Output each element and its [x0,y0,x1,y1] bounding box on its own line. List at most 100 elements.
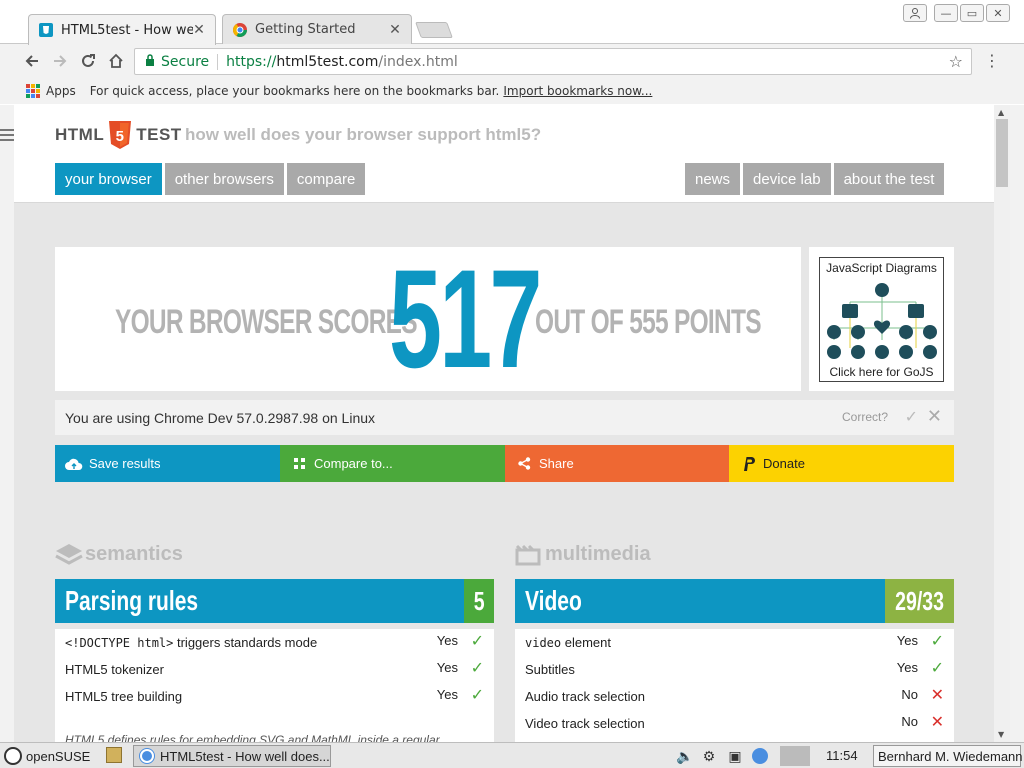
site-logo[interactable]: HTML 5 TEST [55,121,182,149]
file-manager-icon[interactable] [106,747,122,763]
feature-result: Yes [896,660,918,675]
secure-label: Secure [161,53,210,70]
category-parsing-rules[interactable]: Parsing rules 5 [55,579,494,623]
ad-title: JavaScript Diagrams [826,261,937,275]
nav-compare[interactable]: compare [286,163,366,195]
url-scheme: https:// [226,53,277,70]
nav-about-the-test[interactable]: about the test [833,163,945,195]
updates-icon[interactable]: ⚙ [700,747,718,765]
back-icon[interactable] [22,51,42,71]
bookmark-star-icon[interactable]: ☆ [949,52,963,71]
reload-icon[interactable] [78,51,98,71]
nav-news[interactable]: news [685,163,741,195]
feature-list-video: video element Yes ✓ Subtitles Yes ✓ Audi… [515,629,954,742]
check-icon: ✓ [930,633,944,650]
window-close-button[interactable]: ✕ [986,4,1010,22]
import-bookmarks-link[interactable]: Import bookmarks now... [503,84,652,98]
tab-getting-started[interactable]: Getting Started ✕ [222,14,412,44]
page-scrollbar[interactable]: ▲ ▼ [994,105,1010,742]
feature-row: <!DOCTYPE html> triggers standards mode … [55,629,494,656]
start-menu-button[interactable]: openSUSE [4,746,90,766]
share-button[interactable]: Share [505,445,729,482]
scroll-down-icon[interactable]: ▼ [998,730,1004,739]
hamburger-icon[interactable] [0,129,14,144]
donate-button[interactable]: Donate [729,445,954,482]
chrome-icon [140,749,154,763]
film-clapper-icon [515,544,541,566]
scrollbar-thumb[interactable] [996,119,1008,187]
confirm-check-icon[interactable]: ✓ [905,407,918,427]
new-tab-button[interactable] [415,22,453,38]
close-icon[interactable]: ✕ [193,22,205,38]
menu-icon[interactable]: ⋮ [984,51,1000,71]
score-value: 517 [389,240,542,397]
nav-other-browsers[interactable]: other browsers [164,163,284,195]
feature-name: HTML5 tree building [65,689,183,704]
ad-frame[interactable]: JavaScript Diagrams Click here for GoJS [819,257,944,382]
volume-icon[interactable]: 🔈 [676,747,694,765]
diagram-illustration-icon [827,283,937,359]
desktop-pager[interactable] [780,746,810,766]
lock-icon [145,53,155,70]
tab-html5test[interactable]: HTML5test - How well d ✕ [28,14,216,45]
scroll-up-icon[interactable]: ▲ [998,108,1004,117]
nav-your-browser[interactable]: your browser [55,163,162,195]
category-name: Video [515,579,885,623]
start-label: openSUSE [26,748,91,764]
desktop-taskbar: openSUSE HTML5test - How well does... 🔈 … [0,742,1024,768]
check-icon: ✓ [930,660,944,677]
apps-icon[interactable] [26,84,40,98]
feature-name: <!DOCTYPE html> triggers standards mode [65,635,318,650]
gojs-ad[interactable]: JavaScript Diagrams Click here for GoJS [809,247,954,391]
score-suffix: OUT OF 555 POINTS [535,303,762,341]
compare-to-button[interactable]: Compare to... [280,445,505,482]
action-label: Compare to... [314,456,393,471]
category-name: Parsing rules [55,579,464,623]
svg-text:5: 5 [116,128,125,145]
home-icon[interactable] [106,51,126,71]
forward-icon[interactable] [50,51,70,71]
address-bar[interactable]: Secure https://html5test.com/index.html … [134,48,972,75]
tab-strip: HTML5test - How well d ✕ Getting Started… [0,0,1024,45]
tab-title: Getting Started [255,22,356,37]
cloud-upload-icon [65,458,83,470]
minimize-button[interactable]: — [934,4,958,22]
feature-row: video element Yes ✓ [515,629,954,656]
network-icon[interactable]: ▣ [726,747,744,765]
close-icon[interactable]: ✕ [389,22,401,38]
feature-row: Audio track selection No ✕ [515,683,954,710]
section-title: semantics [85,542,183,565]
action-label: Donate [763,456,805,471]
feature-name: video element [525,635,611,650]
taskbar-window-title: HTML5test - How well does... [160,748,330,764]
user-name-button[interactable]: Bernhard M. Wiedemann [873,745,1023,767]
page-viewport: HTML 5 TEST how well does your browser s… [14,105,994,742]
feature-description: HTML5 defines rules for embedding SVG an… [65,733,440,742]
apps-link[interactable]: Apps [46,84,76,98]
score-prefix: YOUR BROWSER SCORES [115,303,418,341]
feature-name: Audio track selection [525,689,645,704]
feature-result: No [901,714,918,729]
taskbar-window-button[interactable]: HTML5test - How well does... [133,745,331,767]
feature-name: HTML5 tokenizer [65,662,164,677]
feature-list-parsing-rules: <!DOCTYPE html> triggers standards mode … [55,629,494,742]
layers-icon [55,544,83,565]
save-results-button[interactable]: Save results [55,445,280,482]
site-tagline: how well does your browser support html5… [185,125,542,144]
nav-device-lab[interactable]: device lab [743,163,831,195]
category-video[interactable]: Video 29/33 [515,579,954,623]
primary-nav: your browser other browsers compare [55,163,366,195]
page-side-menu-strip [0,105,14,742]
feature-result: Yes [436,633,458,648]
chrome-tray-icon[interactable] [752,748,768,764]
score-panel: YOUR BROWSER SCORES 517 OUT OF 555 POINT… [55,247,801,391]
feature-name: Subtitles [525,662,575,677]
profile-icon[interactable] [903,4,927,22]
maximize-button[interactable]: ▭ [960,4,984,22]
clock[interactable]: 11:54 [826,748,858,763]
secondary-nav: news device lab about the test [685,163,945,195]
share-icon [515,457,533,470]
feature-row: HTML5 tree building Yes ✓ [55,683,494,710]
action-label: Save results [89,456,161,471]
reject-cross-icon[interactable]: ✕ [927,406,942,427]
